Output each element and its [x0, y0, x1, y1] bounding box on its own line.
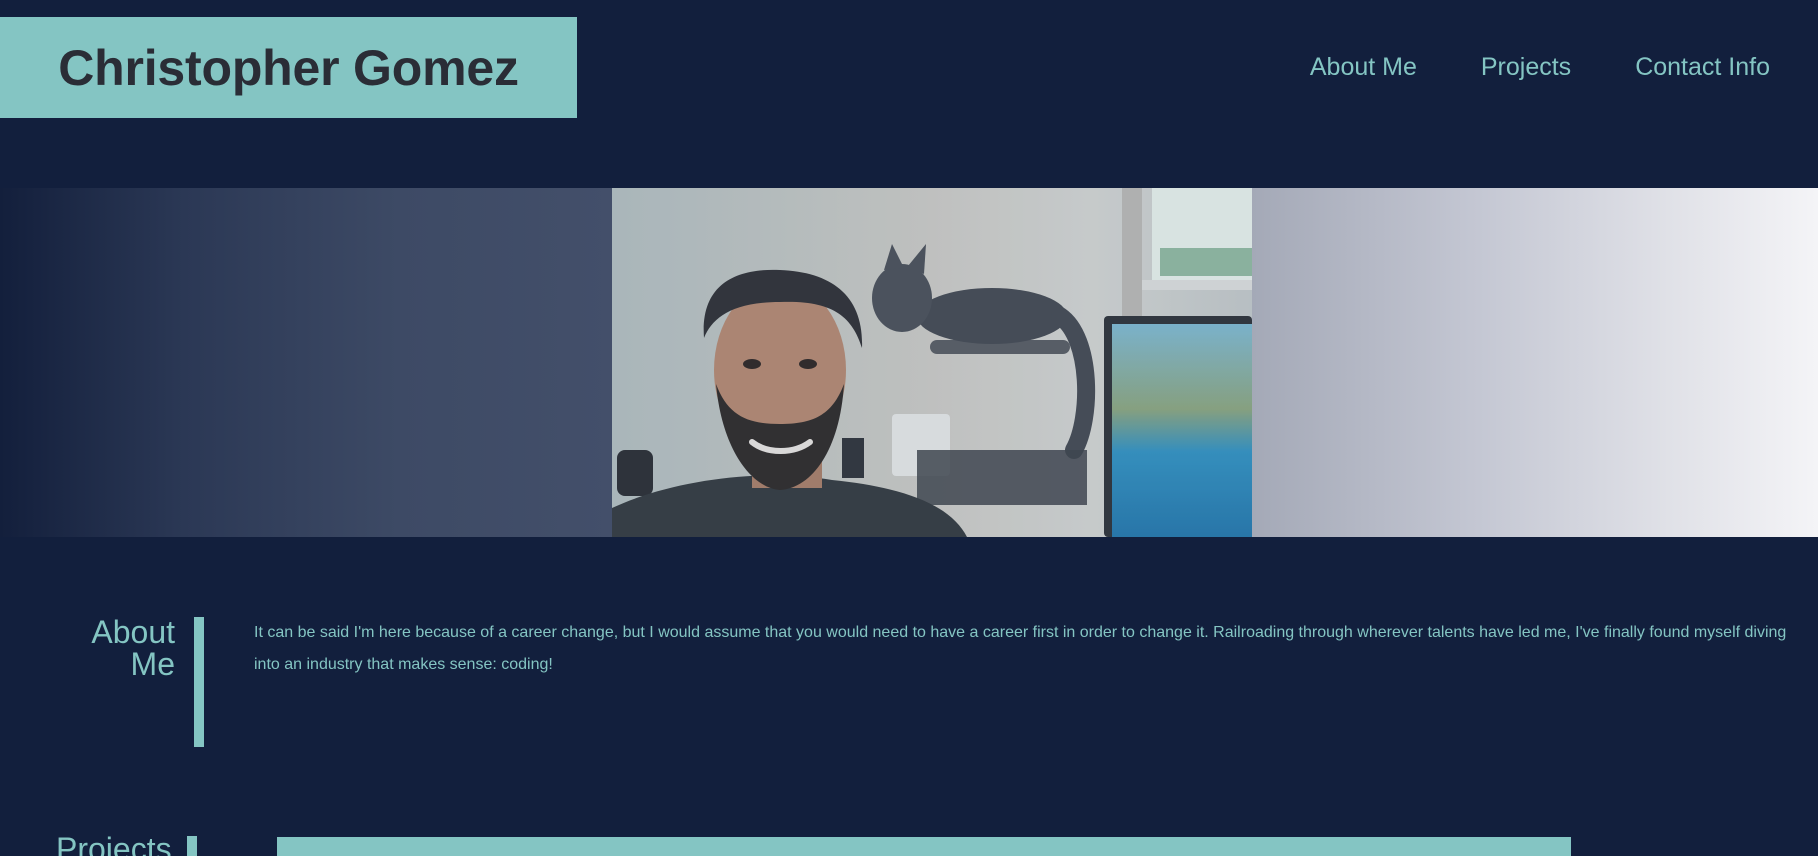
hero-gradient-left [0, 188, 612, 537]
nav-about-me[interactable]: About Me [1310, 53, 1417, 82]
main-nav: About Me Projects Contact Info [1310, 53, 1770, 82]
about-divider [194, 617, 204, 747]
hero-gradient-right [1252, 188, 1818, 537]
profile-photo-illustration [612, 188, 1252, 537]
nav-projects[interactable]: Projects [1481, 53, 1571, 82]
profile-photo [612, 188, 1252, 537]
projects-heading: Projects [56, 831, 172, 856]
nav-contact-info[interactable]: Contact Info [1635, 53, 1770, 82]
about-heading: About Me [60, 616, 175, 680]
hero-banner [0, 188, 1818, 537]
page: Christopher Gomez About Me Projects Cont… [0, 0, 1818, 856]
projects-divider [187, 836, 197, 856]
site-title: Christopher Gomez [58, 39, 519, 96]
projects-panel [277, 837, 1571, 856]
about-heading-line2: Me [130, 646, 175, 682]
about-heading-line1: About [91, 614, 175, 650]
about-text: It can be said I'm here because of a car… [254, 624, 1787, 673]
name-banner: Christopher Gomez [0, 17, 577, 118]
